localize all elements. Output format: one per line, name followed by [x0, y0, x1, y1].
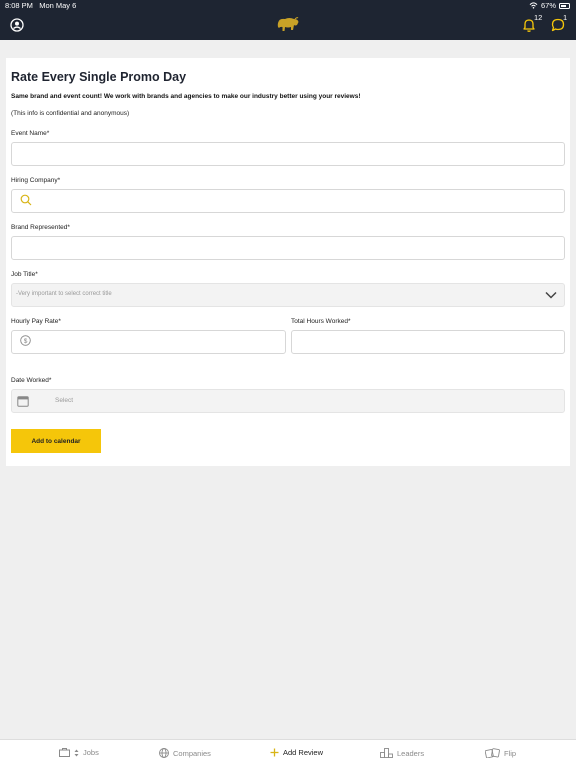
- job-title-label: Job Title*: [11, 271, 38, 278]
- hiring-company-field[interactable]: [11, 189, 565, 213]
- briefcase-icon: [59, 748, 70, 757]
- status-right: 67%: [529, 1, 570, 10]
- wifi-icon: [529, 2, 538, 9]
- dollar-icon: $: [20, 335, 31, 346]
- chevron-down-icon: [545, 291, 557, 299]
- total-hours-label: Total Hours Worked*: [291, 318, 351, 325]
- tab-jobs[interactable]: Jobs: [59, 748, 99, 757]
- tab-companies[interactable]: Companies: [159, 748, 211, 758]
- plus-icon: [270, 748, 279, 757]
- event-name-field[interactable]: [11, 142, 565, 166]
- tab-flip-label: Flip: [504, 748, 517, 758]
- form-subtitle: Same brand and event count! We work with…: [11, 93, 361, 100]
- flip-icon: [485, 748, 500, 758]
- search-icon: [20, 194, 32, 206]
- buffalo-logo-icon: [277, 17, 299, 31]
- notifications-badge: 12: [534, 13, 543, 22]
- tab-add-review-label: Add Review: [283, 748, 324, 757]
- battery-percent: 67%: [540, 1, 556, 10]
- calendar-icon: [17, 396, 29, 407]
- pay-rate-field[interactable]: [11, 330, 286, 354]
- bottom-tab-bar: Jobs Companies Add Review Leaders Flip: [0, 739, 576, 768]
- brand-represented-field[interactable]: [11, 236, 565, 260]
- event-name-label: Event Name*: [11, 130, 50, 137]
- total-hours-field[interactable]: [291, 330, 565, 354]
- status-time: 8:08 PM Mon May 6: [5, 1, 77, 10]
- globe-icon: [159, 748, 169, 758]
- profile-icon[interactable]: [10, 18, 24, 32]
- tab-leaders[interactable]: Leaders: [380, 748, 424, 758]
- page-title: Rate Every Single Promo Day: [11, 70, 187, 84]
- date-worked-field[interactable]: [11, 389, 565, 413]
- tab-companies-label: Companies: [173, 748, 211, 758]
- messages-badge: 1: [563, 13, 568, 22]
- add-to-calendar-button[interactable]: Add to calendar: [11, 429, 101, 453]
- brand-represented-label: Brand Represented*: [11, 224, 70, 231]
- tab-jobs-label: Jobs: [83, 748, 99, 757]
- date-worked-label: Date Worked*: [11, 377, 52, 384]
- tab-leaders-label: Leaders: [397, 748, 425, 758]
- sort-icon: [74, 749, 79, 756]
- tab-flip[interactable]: Flip: [485, 748, 516, 758]
- svg-text:$: $: [24, 338, 28, 345]
- hiring-company-label: Hiring Company*: [11, 177, 61, 184]
- confidential-note: (This info is confidential and anonymous…: [11, 110, 130, 117]
- tab-add-review[interactable]: Add Review: [270, 748, 323, 757]
- top-bar: 8:08 PM Mon May 6 67% 12 1: [0, 0, 576, 40]
- battery-icon: [559, 2, 570, 9]
- podium-icon: [380, 748, 393, 758]
- job-title-placeholder: -Very important to select correct title: [16, 291, 112, 297]
- date-placeholder: Select: [55, 397, 74, 404]
- pay-rate-label: Hourly Pay Rate*: [11, 318, 61, 325]
